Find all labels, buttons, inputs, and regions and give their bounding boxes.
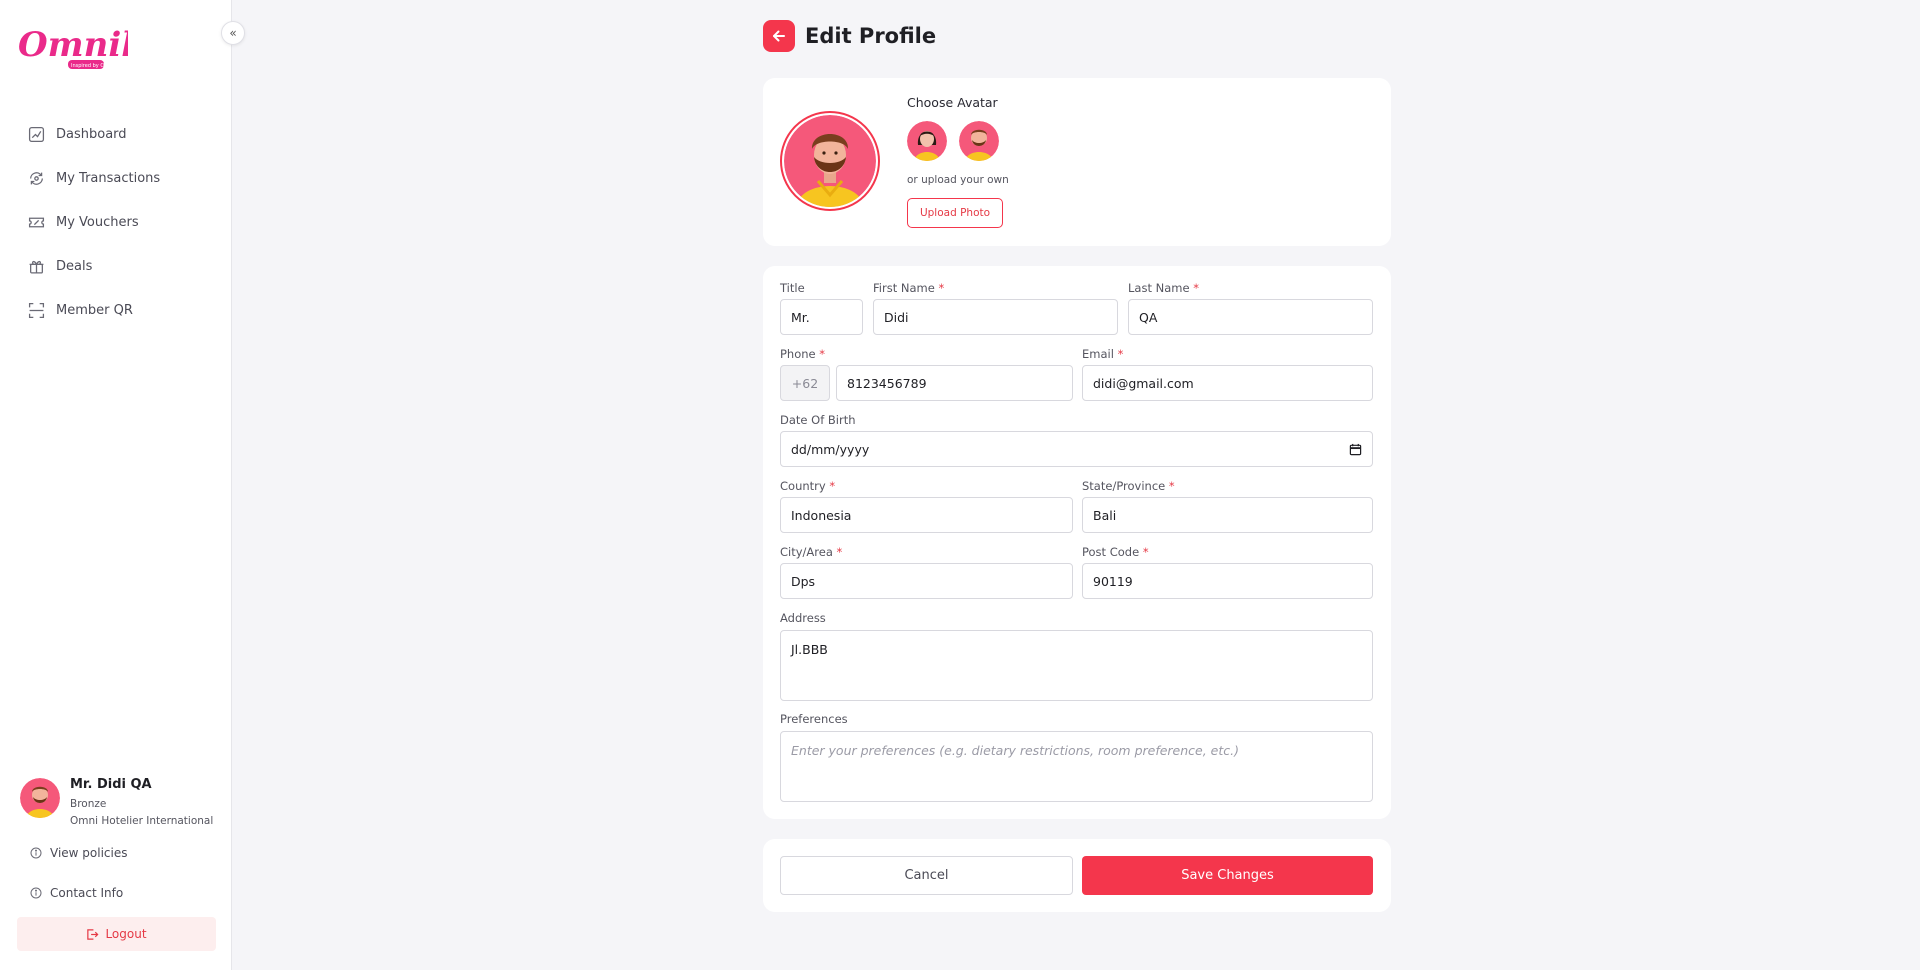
logout-label: Logout <box>105 927 147 941</box>
qr-icon <box>28 302 45 318</box>
country-field[interactable]: Indonesia <box>780 497 1073 533</box>
brand-logo[interactable]: Omnih Inspired by Omnih <box>16 22 146 72</box>
sidebar: Omnih Inspired by Omnih « Dashboard My T… <box>0 0 245 970</box>
state-field[interactable]: Bali <box>1082 497 1373 533</box>
avatar-card: Choose Avatar or upload your own Upload … <box>763 78 1391 246</box>
postcode-label: Post Code * <box>1082 545 1149 559</box>
first-name-label: First Name * <box>873 281 945 295</box>
address-label: Address <box>780 611 826 625</box>
dob-field[interactable]: dd/mm/yyyy <box>780 431 1373 467</box>
user-profile-summary: Mr. Didi QA Bronze Omni Hotelier Interna… <box>20 776 213 827</box>
postcode-field[interactable]: 90119 <box>1082 563 1373 599</box>
info-icon <box>30 887 42 899</box>
sidebar-item-label: My Transactions <box>56 170 161 186</box>
contact-info-link[interactable]: Contact Info <box>30 886 123 900</box>
form-actions-card: Cancel Save Changes <box>763 839 1391 912</box>
state-label: State/Province * <box>1082 479 1175 493</box>
last-name-label: Last Name * <box>1128 281 1199 295</box>
title-label: Title <box>780 281 805 295</box>
title-field[interactable]: Mr. <box>780 299 863 335</box>
city-field[interactable]: Dps <box>780 563 1073 599</box>
current-avatar <box>780 111 880 211</box>
sidebar-item-label: My Vouchers <box>56 214 139 230</box>
collapse-sidebar-button[interactable]: « <box>221 21 245 45</box>
avatar-option-female[interactable] <box>907 121 947 161</box>
arrow-left-icon <box>773 30 785 42</box>
cancel-button[interactable]: Cancel <box>780 856 1073 895</box>
email-label: Email * <box>1082 347 1124 361</box>
sidebar-item-label: Deals <box>56 258 93 274</box>
avatar-option-male[interactable] <box>959 121 999 161</box>
profile-form-card: Title Mr. First Name * Didi Last Name * … <box>763 266 1391 819</box>
sidebar-item-dashboard[interactable]: Dashboard <box>28 112 160 156</box>
dob-value: dd/mm/yyyy <box>791 441 870 457</box>
phone-country-code: +62 <box>780 365 830 401</box>
deals-icon <box>29 260 44 274</box>
avatar[interactable] <box>20 778 60 818</box>
dob-label: Date Of Birth <box>780 413 856 427</box>
back-button[interactable] <box>763 20 795 52</box>
save-changes-button[interactable]: Save Changes <box>1082 856 1373 895</box>
choose-avatar-label: Choose Avatar <box>907 95 998 110</box>
phone-label: Phone * <box>780 347 826 361</box>
sidebar-item-my-vouchers[interactable]: My Vouchers <box>28 200 160 244</box>
address-field[interactable]: Jl.BBB <box>780 630 1373 701</box>
city-label: City/Area * <box>780 545 843 559</box>
logout-button[interactable]: Logout <box>17 917 216 951</box>
preferences-field[interactable]: Enter your preferences (e.g. dietary res… <box>780 731 1373 802</box>
last-name-field[interactable]: QA <box>1128 299 1373 335</box>
company-name: Omni Hotelier International <box>70 815 214 827</box>
email-field[interactable]: didi@gmail.com <box>1082 365 1373 401</box>
sidebar-item-label: Dashboard <box>56 126 127 142</box>
country-label: Country * <box>780 479 836 493</box>
preferences-label: Preferences <box>780 712 848 726</box>
chart-icon <box>28 126 45 142</box>
membership-tier: Bronze <box>70 798 107 810</box>
user-name: Mr. Didi QA <box>70 777 152 792</box>
sidebar-item-member-qr[interactable]: Member QR <box>28 288 160 332</box>
sidebar-item-my-transactions[interactable]: My Transactions <box>28 156 160 200</box>
upload-photo-button[interactable]: Upload Photo <box>907 198 1003 228</box>
sidebar-item-deals[interactable]: Deals <box>28 244 160 288</box>
logout-icon <box>87 928 99 940</box>
contact-info-label: Contact Info <box>50 886 124 900</box>
transactions-icon <box>30 171 43 185</box>
svg-text:Omnih: Omnih <box>18 25 128 65</box>
info-icon <box>30 847 42 859</box>
first-name-field[interactable]: Didi <box>873 299 1118 335</box>
svg-text:Inspired by Omnih: Inspired by Omnih <box>71 63 117 69</box>
page-title: Edit Profile <box>805 24 937 48</box>
page-header: Edit Profile <box>763 20 936 52</box>
view-policies-label: View policies <box>50 846 128 860</box>
phone-field[interactable]: 8123456789 <box>836 365 1073 401</box>
view-policies-link[interactable]: View policies <box>30 846 127 860</box>
voucher-icon <box>28 217 45 227</box>
sidebar-nav: Dashboard My Transactions My Vouchers De… <box>28 112 160 332</box>
upload-hint: or upload your own <box>907 174 1009 186</box>
calendar-icon[interactable] <box>1349 443 1362 456</box>
sidebar-item-label: Member QR <box>56 302 133 318</box>
